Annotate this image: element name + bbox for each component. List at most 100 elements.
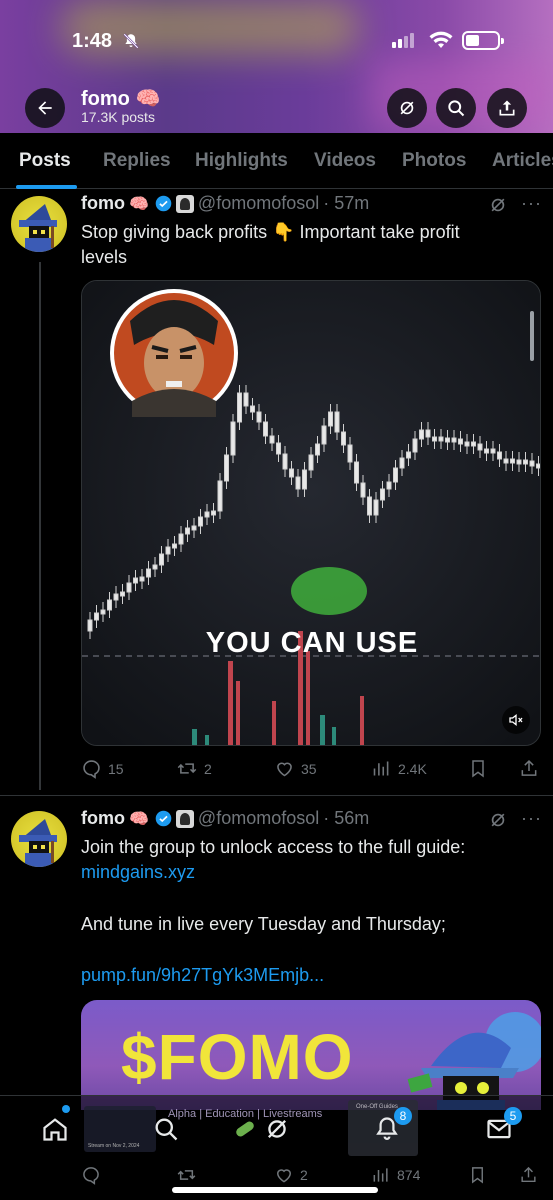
- candle-body: [373, 499, 379, 516]
- like-button[interactable]: 35: [274, 758, 317, 779]
- candle-body: [432, 436, 437, 442]
- post-text-line: Stop giving back profits 👇 Important tak…: [81, 222, 460, 242]
- candle-body: [393, 467, 398, 483]
- candle-body: [191, 525, 197, 531]
- mute-button[interactable]: [502, 706, 530, 734]
- tab-highlights[interactable]: Highlights: [195, 150, 288, 172]
- share-profile-button[interactable]: [487, 88, 527, 128]
- nav-home[interactable]: [40, 1114, 70, 1144]
- candle-body: [510, 458, 515, 464]
- profile-name: fomo 🧠: [81, 86, 160, 111]
- search-button[interactable]: [436, 88, 476, 128]
- more-options-icon[interactable]: ···: [521, 193, 542, 214]
- candle-body: [399, 457, 405, 469]
- candle-body: [289, 468, 294, 478]
- banner-title: $FOMO: [121, 1021, 354, 1093]
- candle-body: [497, 451, 502, 460]
- candle-body: [341, 431, 346, 446]
- nav-grok[interactable]: [262, 1114, 292, 1144]
- candle-body: [529, 460, 535, 467]
- views-button[interactable]: 2.4K: [371, 758, 427, 779]
- post-author-handle[interactable]: @fomomofosol: [198, 193, 319, 214]
- profile-tabs: Posts Replies Highlights Videos Photos A…: [0, 133, 553, 189]
- tab-posts[interactable]: Posts: [19, 150, 71, 172]
- candle-body: [308, 454, 314, 471]
- grok-icon: [268, 1120, 286, 1138]
- post-text-line: And tune in live every Tuesday and Thurs…: [81, 914, 446, 934]
- post-author-name[interactable]: fomo: [81, 808, 125, 829]
- profile-name-text: fomo: [81, 88, 130, 110]
- bookmark-button[interactable]: [468, 1165, 487, 1185]
- thread-line: [39, 262, 41, 790]
- bookmark-button[interactable]: [468, 758, 488, 779]
- share-button[interactable]: [519, 758, 539, 779]
- more-options-icon[interactable]: ···: [521, 808, 542, 829]
- reply-icon: [83, 760, 100, 779]
- reply-button[interactable]: [81, 1165, 107, 1185]
- grok-icon[interactable]: [488, 195, 508, 215]
- repost-icon: [177, 1170, 196, 1180]
- candle-body: [237, 392, 242, 423]
- affiliate-badge-icon[interactable]: [175, 809, 194, 828]
- candle-body: [380, 488, 385, 501]
- avatar[interactable]: [11, 811, 67, 867]
- candle-body: [295, 476, 301, 490]
- tab-photos[interactable]: Photos: [402, 150, 466, 172]
- views-button[interactable]: 874: [371, 1165, 420, 1185]
- reply-button[interactable]: 15: [81, 758, 124, 779]
- grok-icon[interactable]: [488, 810, 508, 830]
- post-time[interactable]: · 56m: [323, 808, 369, 829]
- share-icon: [521, 1166, 536, 1183]
- affiliate-badge-icon[interactable]: [175, 194, 194, 213]
- tab-replies[interactable]: Replies: [103, 150, 171, 172]
- candle-body: [263, 421, 268, 437]
- bell-muted-icon: [123, 33, 139, 49]
- post-time[interactable]: · 57m: [323, 193, 369, 214]
- post-author-name[interactable]: fomo: [81, 193, 125, 214]
- candle-body: [139, 576, 145, 582]
- like-count: 35: [301, 760, 317, 777]
- nav-search[interactable]: [151, 1114, 181, 1144]
- avatar[interactable]: [11, 196, 67, 252]
- author-emoji: 🧠: [129, 195, 149, 213]
- profile-header: 1:48 fomo 🧠 17.3K posts: [0, 0, 553, 133]
- post-link[interactable]: mindgains.xyz: [81, 860, 536, 885]
- scroll-indicator: [530, 311, 534, 361]
- candle-body: [334, 411, 340, 433]
- share-icon: [499, 100, 515, 116]
- candle-body: [94, 612, 99, 621]
- candle-body: [516, 459, 522, 465]
- view-count: 2.4K: [398, 760, 427, 777]
- reply-icon: [83, 1167, 99, 1185]
- candle-body: [276, 442, 281, 455]
- grok-button[interactable]: [387, 88, 427, 128]
- post-image[interactable]: $FOMO: [81, 1000, 541, 1110]
- candle-body: [367, 496, 372, 516]
- candle-body: [536, 463, 540, 469]
- analytics-icon: [373, 761, 389, 776]
- post-video[interactable]: YOU CAN USE: [81, 280, 541, 746]
- candle-body: [198, 516, 203, 527]
- speaker-muted-icon: [509, 713, 523, 727]
- like-button[interactable]: 2: [274, 1165, 308, 1185]
- repost-button[interactable]: [176, 1165, 203, 1185]
- candle-body: [204, 511, 210, 518]
- candle-body: [412, 438, 418, 453]
- candle-body: [360, 482, 366, 498]
- tab-videos[interactable]: Videos: [314, 150, 376, 172]
- candle-body: [152, 564, 158, 570]
- notifications-badge: 8: [394, 1107, 412, 1125]
- post-link[interactable]: pump.fun/9h27TgYk3MEmjb...: [81, 963, 536, 988]
- author-emoji: 🧠: [129, 810, 149, 828]
- post-header: fomo 🧠 @fomomofosol · 57m: [81, 193, 369, 214]
- candle-body: [484, 448, 489, 454]
- banner-thumbnail: Stream on Nov 2, 2024: [84, 1106, 156, 1152]
- candle-body: [471, 441, 476, 447]
- back-button[interactable]: [25, 88, 65, 128]
- candle-body: [315, 443, 320, 456]
- tab-articles[interactable]: Articles: [492, 150, 553, 172]
- nav-pill[interactable]: [230, 1114, 260, 1144]
- share-button[interactable]: [519, 1165, 538, 1185]
- repost-button[interactable]: 2: [176, 758, 212, 779]
- post-author-handle[interactable]: @fomomofosol: [198, 808, 319, 829]
